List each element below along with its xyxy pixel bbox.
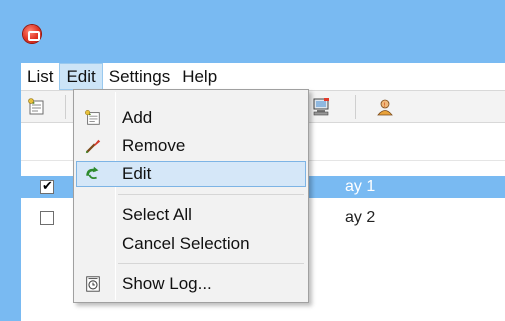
checkmark-icon: ✔	[42, 178, 53, 193]
svg-text:!: !	[383, 102, 385, 109]
menu-item-select-all[interactable]: Select All	[76, 202, 306, 228]
toolbar-separator	[65, 95, 66, 119]
menu-separator	[118, 263, 304, 264]
log-icon	[86, 276, 100, 292]
app-icon[interactable]	[23, 25, 41, 43]
row-label: ay 1	[345, 178, 376, 195]
menu-item-cancel-selection[interactable]: Cancel Selection	[76, 231, 306, 257]
pc-icon[interactable]	[311, 97, 331, 117]
add-icon	[85, 110, 100, 125]
menu-item-edit[interactable]: Edit	[76, 161, 306, 187]
title-bar	[0, 0, 505, 63]
menu-edit[interactable]: Edit	[59, 63, 103, 90]
row-checkbox[interactable]: ✔	[40, 178, 54, 194]
menu-item-label: Remove	[122, 136, 186, 155]
row-label: ay 2	[345, 209, 376, 226]
menu-separator	[118, 194, 304, 195]
menu-settings[interactable]: Settings	[103, 63, 176, 90]
menu-item-remove[interactable]: Remove	[76, 133, 306, 159]
warning-user-icon[interactable]: !	[375, 97, 395, 117]
add-list-icon[interactable]	[27, 97, 47, 117]
menu-item-add[interactable]: Add	[76, 105, 306, 131]
edit-icon	[86, 166, 99, 180]
toolbar-separator	[355, 95, 356, 119]
window-border	[0, 63, 21, 321]
menu-help[interactable]: Help	[176, 63, 223, 90]
menu-item-label: Show Log...	[122, 274, 212, 293]
menu-item-show-log[interactable]: Show Log...	[76, 271, 306, 297]
edit-menu-dropdown: Add Remove Edit Select All Cancel Select…	[73, 89, 309, 303]
menu-item-label: Select All	[122, 205, 192, 224]
row-checkbox[interactable]	[40, 211, 54, 225]
menu-item-label: Add	[122, 108, 153, 127]
menu-item-label: Cancel Selection	[122, 234, 250, 253]
menu-bar: List Edit Settings Help	[21, 63, 505, 90]
menu-list[interactable]: List	[21, 63, 59, 90]
menu-item-label: Edit	[122, 164, 152, 183]
remove-icon	[85, 139, 101, 154]
